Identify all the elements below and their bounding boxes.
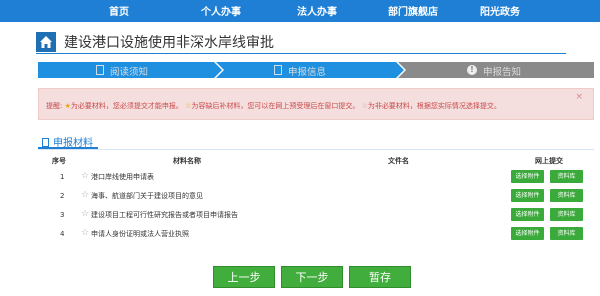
- nav-legal-affairs[interactable]: 法人办事: [297, 3, 337, 18]
- star-empty-icon: ☆: [81, 209, 90, 219]
- library-button[interactable]: 资料库: [550, 170, 583, 183]
- header-index: 序号: [52, 157, 66, 165]
- step-declare-notice: ! 申报告知: [467, 62, 567, 78]
- header-upload: 网上提交: [535, 157, 563, 165]
- page-title-bar: 建设港口设施使用非深水岸线审批: [36, 32, 566, 54]
- star-empty-icon: ☆: [81, 228, 90, 238]
- nav-personal-affairs[interactable]: 个人办事: [201, 3, 241, 18]
- page-title: 建设港口设施使用非深水岸线审批: [64, 35, 274, 51]
- nav-home[interactable]: 首页: [109, 3, 129, 18]
- top-navigation: 首页 个人办事 法人办事 部门旗舰店 阳光政务: [0, 0, 600, 22]
- header-file: 文件名: [388, 157, 409, 165]
- select-attachment-button[interactable]: 选择附件: [511, 170, 544, 183]
- star-empty-icon: ☆: [81, 171, 90, 181]
- document-icon: [96, 65, 104, 75]
- form-icon: [274, 65, 282, 75]
- table-row: 4 ☆ 申请人身份证明或法人营业执照 选择附件 资料库: [38, 225, 594, 243]
- select-attachment-button[interactable]: 选择附件: [511, 227, 544, 240]
- table-row: 3 ☆ 建设项目工程可行性研究报告或者项目申请报告 选择附件 资料库: [38, 206, 594, 224]
- step-declare-info: 申报信息: [274, 62, 374, 78]
- step-progress: 阅读须知 申报信息 ! 申报告知: [38, 62, 594, 78]
- exclamation-icon: !: [467, 65, 477, 75]
- select-attachment-button[interactable]: 选择附件: [511, 189, 544, 202]
- nav-sunshine-government[interactable]: 阳光政务: [480, 3, 520, 18]
- alert-text: 提醒: ★为必要材料，您必须提交才能申报。 ☆为容缺后补材料，您可以在网上预受理…: [46, 102, 501, 110]
- home-icon: [36, 32, 56, 52]
- table-header: 序号 材料名称 文件名 网上提交: [38, 154, 594, 166]
- divider: [38, 149, 594, 150]
- step-read-notice: 阅读须知: [96, 62, 196, 78]
- nav-department-store[interactable]: 部门旗舰店: [388, 3, 438, 18]
- next-step-button[interactable]: 下一步: [281, 266, 343, 288]
- close-icon[interactable]: ×: [575, 92, 583, 102]
- save-draft-button[interactable]: 暂存: [349, 266, 411, 288]
- library-button[interactable]: 资料库: [550, 189, 583, 202]
- document-icon: [42, 138, 49, 147]
- header-material: 材料名称: [173, 157, 201, 165]
- table-row: 2 ☆ 海事、航道部门关于建设项目的意见 选择附件 资料库: [38, 187, 594, 205]
- select-attachment-button[interactable]: 选择附件: [511, 208, 544, 221]
- alert-banner: 提醒: ★为必要材料，您必须提交才能申报。 ☆为容缺后补材料，您可以在网上预受理…: [38, 88, 594, 120]
- library-button[interactable]: 资料库: [550, 208, 583, 221]
- library-button[interactable]: 资料库: [550, 227, 583, 240]
- prev-step-button[interactable]: 上一步: [213, 266, 275, 288]
- star-empty-icon: ☆: [81, 190, 90, 200]
- section-tab-underline: [38, 147, 98, 149]
- table-row: 1 ☆ 港口岸线使用申请表 选择附件 资料库: [38, 168, 594, 186]
